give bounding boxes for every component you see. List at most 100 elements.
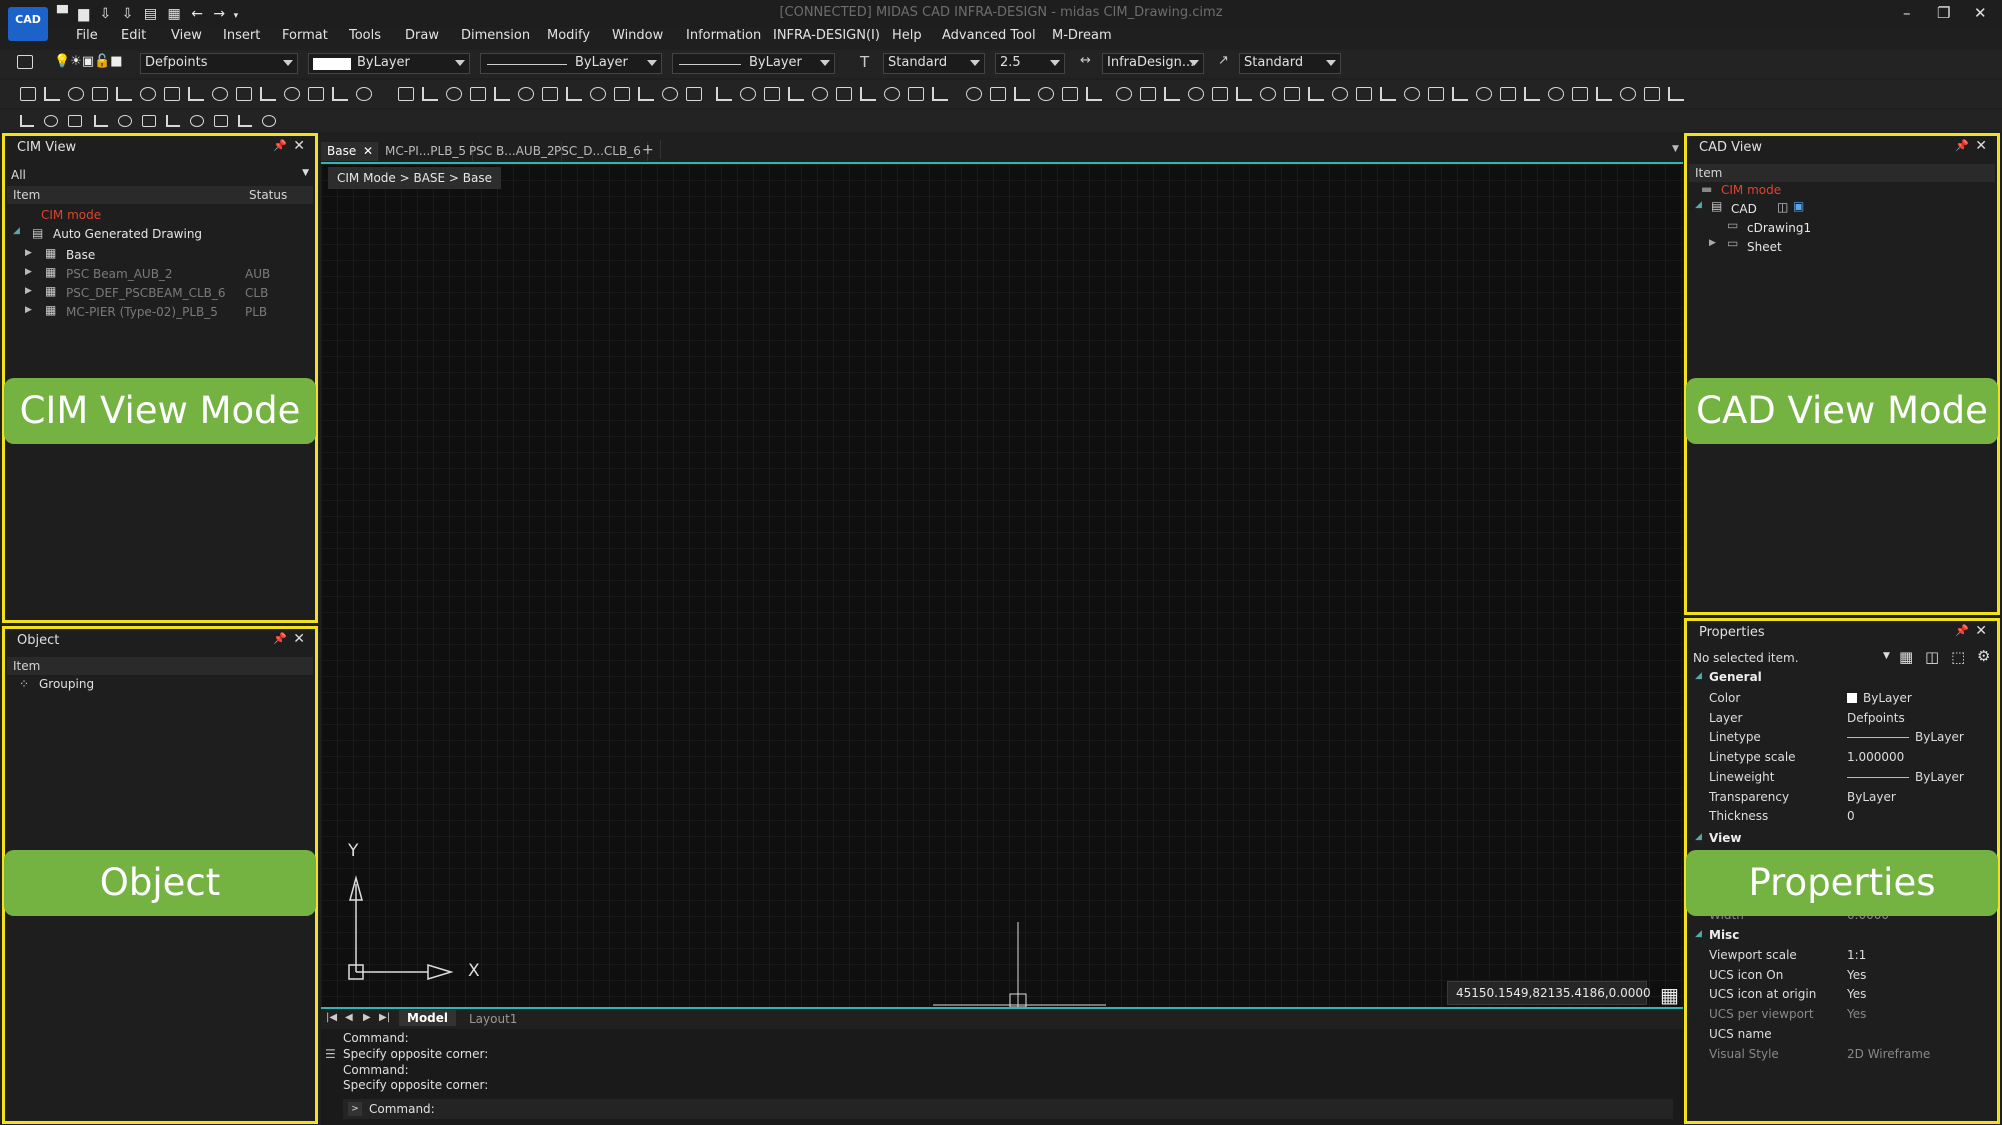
select-objects-icon[interactable]: ⬚: [1951, 648, 1965, 666]
toolbar-tool-icon[interactable]: [1404, 87, 1420, 101]
lineweight-select[interactable]: ByLayer: [672, 53, 835, 74]
menu-format[interactable]: Format: [282, 28, 328, 43]
toolbar-tool-icon[interactable]: [494, 87, 510, 101]
toolbar-tool-icon[interactable]: [284, 87, 300, 101]
cad-sheet-node[interactable]: Sheet: [1747, 240, 1782, 254]
menu-edit[interactable]: Edit: [121, 28, 146, 43]
toolbar-tool-icon[interactable]: [1524, 87, 1540, 101]
property-value[interactable]: ByLayer: [1847, 730, 1964, 744]
collapse-icon[interactable]: ◢: [1695, 671, 1702, 681]
multileader-style-select[interactable]: Standard: [1239, 53, 1341, 74]
toolbar-tool-icon[interactable]: [788, 87, 804, 101]
menu-view[interactable]: View: [171, 28, 202, 43]
toolbar-tool-icon[interactable]: [332, 87, 348, 101]
view-toggle-icon[interactable]: ◫: [1777, 200, 1788, 214]
tree-item[interactable]: PSC_DEF_PSCBEAM_CLB_6: [66, 286, 226, 300]
toolbar-tool-icon[interactable]: [614, 87, 630, 101]
expand-icon[interactable]: ◢: [13, 226, 20, 236]
toolbar-tool-icon[interactable]: [398, 87, 414, 101]
expand-icon[interactable]: ◢: [1695, 200, 1702, 210]
quick-select-icon[interactable]: ▦: [1899, 648, 1913, 666]
property-value[interactable]: 1.000000: [1847, 750, 1904, 764]
toolbar-tool-icon[interactable]: [236, 87, 252, 101]
toolbar-tool-icon[interactable]: [1140, 87, 1156, 101]
property-value[interactable]: Defpoints: [1847, 711, 1905, 725]
toolbar-tool-icon[interactable]: [1308, 87, 1324, 101]
toolbar-tool-icon[interactable]: [1476, 87, 1492, 101]
menu-window[interactable]: Window: [612, 28, 663, 43]
toolbar-tool-icon[interactable]: [214, 115, 228, 127]
viewport-grid-icon[interactable]: ▦: [1660, 983, 1679, 1007]
menu-modify[interactable]: Modify: [547, 28, 590, 43]
toolbar-tool-icon[interactable]: [1164, 87, 1180, 101]
toolbar-tool-icon[interactable]: [308, 87, 324, 101]
close-icon[interactable]: ✕: [293, 631, 305, 647]
toolbar-tool-icon[interactable]: [212, 87, 228, 101]
next-layout-icon[interactable]: ▶: [363, 1012, 371, 1023]
collapse-icon[interactable]: ◢: [1695, 929, 1702, 939]
close-icon[interactable]: ✕: [293, 138, 305, 154]
text-style-select[interactable]: Standard: [883, 53, 985, 74]
close-icon[interactable]: ✕: [1975, 623, 1987, 639]
collapse-arrow-icon[interactable]: ▶: [1709, 238, 1716, 248]
cim-mode-label[interactable]: CIM mode: [41, 208, 101, 222]
toolbar-tool-icon[interactable]: [446, 87, 462, 101]
toolbar-tool-icon[interactable]: [638, 87, 654, 101]
menu-information[interactable]: Information: [686, 28, 761, 43]
toolbar-tool-icon[interactable]: [908, 87, 924, 101]
tab-psc-def[interactable]: PSC_D...CLB_6: [548, 142, 648, 161]
minimize-icon[interactable]: –: [1903, 4, 1911, 22]
toolbar-tool-icon[interactable]: [1014, 87, 1030, 101]
pickadd-icon[interactable]: ◫: [1925, 648, 1939, 666]
toolbar-tool-icon[interactable]: [188, 87, 204, 101]
selection-select[interactable]: No selected item. ▼: [1693, 651, 1893, 665]
toolbar-tool-icon[interactable]: [1236, 87, 1252, 101]
toolbar-tool-icon[interactable]: [140, 87, 156, 101]
property-value[interactable]: Yes: [1847, 987, 1866, 1001]
prev-layout-icon[interactable]: ◀: [345, 1012, 353, 1023]
toolbar-tool-icon[interactable]: [1548, 87, 1564, 101]
layer-select[interactable]: Defpoints: [140, 53, 298, 74]
tree-item[interactable]: PSC Beam_AUB_2: [66, 267, 173, 281]
toolbar-tool-icon[interactable]: [20, 115, 34, 127]
property-value[interactable]: 2D Wireframe: [1847, 1047, 1930, 1061]
toolbar-tool-icon[interactable]: [422, 87, 438, 101]
close-window-icon[interactable]: ✕: [1974, 4, 1987, 22]
toolbar-tool-icon[interactable]: [1260, 87, 1276, 101]
toolbar-tool-icon[interactable]: [1356, 87, 1372, 101]
toolbar-tool-icon[interactable]: [1620, 87, 1636, 101]
toolbar-tool-icon[interactable]: [116, 87, 132, 101]
section-general[interactable]: General: [1709, 670, 1762, 684]
toolbar-tool-icon[interactable]: [1500, 87, 1516, 101]
first-layout-icon[interactable]: |◀: [326, 1012, 337, 1023]
toolbar-tool-icon[interactable]: [1212, 87, 1228, 101]
toolbar-tool-icon[interactable]: [740, 87, 756, 101]
color-select[interactable]: ByLayer: [308, 53, 470, 74]
toolbar-tool-icon[interactable]: [44, 115, 58, 127]
toolbar-tool-icon[interactable]: [164, 87, 180, 101]
toolbar-tool-icon[interactable]: [716, 87, 732, 101]
menu-tools[interactable]: Tools: [349, 28, 381, 43]
toolbar-tool-icon[interactable]: [1452, 87, 1468, 101]
toolbar-tool-icon[interactable]: [470, 87, 486, 101]
toolbar-tool-icon[interactable]: [686, 87, 702, 101]
linetype-select[interactable]: ByLayer: [480, 53, 662, 74]
menu-insert[interactable]: Insert: [223, 28, 260, 43]
menu-file[interactable]: File: [76, 28, 98, 43]
settings-icon[interactable]: ⚙: [1977, 647, 1990, 665]
property-value[interactable]: Yes: [1847, 968, 1866, 982]
section-view[interactable]: View: [1709, 831, 1741, 845]
menu-advanced-tool[interactable]: Advanced Tool: [942, 28, 1036, 43]
toolbar-tool-icon[interactable]: [860, 87, 876, 101]
toolbar-tool-icon[interactable]: [1380, 87, 1396, 101]
menu-dimension[interactable]: Dimension: [461, 28, 530, 43]
tree-item[interactable]: Base: [66, 248, 95, 262]
command-input[interactable]: > Command:: [343, 1099, 1673, 1119]
tab-layout1[interactable]: Layout1: [463, 1011, 523, 1027]
add-tab-button[interactable]: +: [636, 140, 661, 159]
tab-psc-beam[interactable]: PSC B...AUB_2: [463, 142, 562, 161]
restore-icon[interactable]: ❐: [1937, 4, 1950, 22]
menu-draw[interactable]: Draw: [405, 28, 439, 43]
toolbar-tool-icon[interactable]: [1428, 87, 1444, 101]
menu-m-dream[interactable]: M-Dream: [1052, 28, 1112, 43]
